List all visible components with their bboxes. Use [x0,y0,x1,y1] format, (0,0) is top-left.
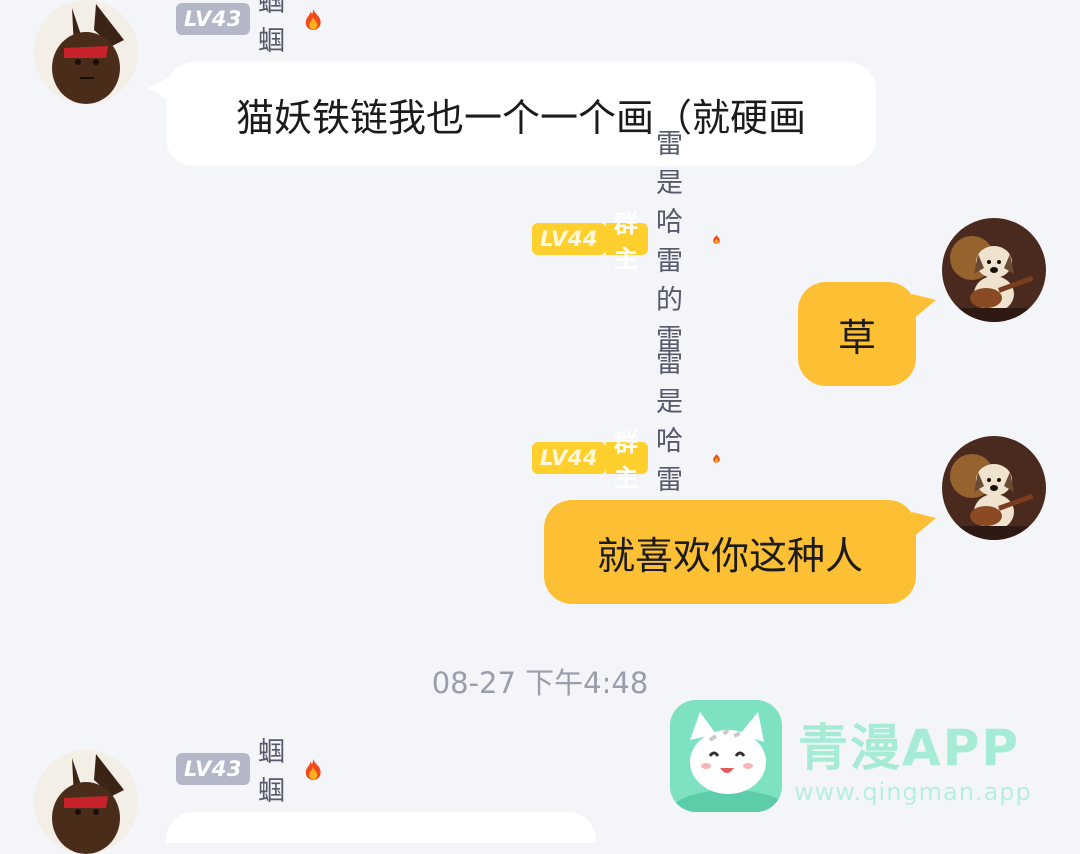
flame-icon [305,8,321,30]
flame-icon [713,453,720,463]
level-badge: LV44 [532,442,606,474]
watermark-url: www.qingman.app [794,778,1032,806]
dog-guitar-avatar-icon [942,218,1046,322]
avatar[interactable] [942,218,1046,322]
message-bubble[interactable]: 草 [798,282,916,386]
sender-name[interactable]: 蝈蝈 [258,730,295,808]
dog-guitar-avatar-icon [942,436,1046,540]
sender-meta: LV43 蝈蝈 [176,737,323,807]
sender-meta: LV44 群主 雷是哈雷的雷 [532,348,721,574]
flame-icon [713,234,720,244]
watermark: 青漫APP www.qingman.app [670,700,1050,812]
bubble-tail [912,294,936,320]
rabbit-avatar-icon [34,750,138,854]
avatar[interactable] [34,0,138,104]
bubble-tail [912,512,936,538]
level-badge: LV44 [532,223,606,255]
message-bubble[interactable] [166,812,596,843]
level-badge: LV43 [176,753,250,785]
timestamp: 08-27 下午4:48 [431,666,649,700]
sender-name[interactable]: 蝈蝈 [258,0,295,58]
avatar[interactable] [34,750,138,854]
level-badge: LV43 [176,3,250,35]
sender-name[interactable]: 雷是哈雷的雷 [656,122,704,356]
owner-badge: 群主 [605,210,648,273]
rabbit-avatar-icon [34,0,138,104]
sender-meta: LV44 群主 雷是哈雷的雷 [532,129,721,355]
flame-icon [305,758,321,780]
owner-badge: 群主 [605,429,648,492]
message-bubble[interactable]: 就喜欢你这种人 [544,500,916,604]
message-bubble[interactable]: 猫妖铁链我也一个一个画（就硬画 [166,62,876,166]
watermark-title: 青漫APP [798,719,1020,777]
sender-meta: LV43 蝈蝈 [176,0,323,57]
avatar[interactable] [942,436,1046,540]
cat-logo-icon [670,700,782,812]
